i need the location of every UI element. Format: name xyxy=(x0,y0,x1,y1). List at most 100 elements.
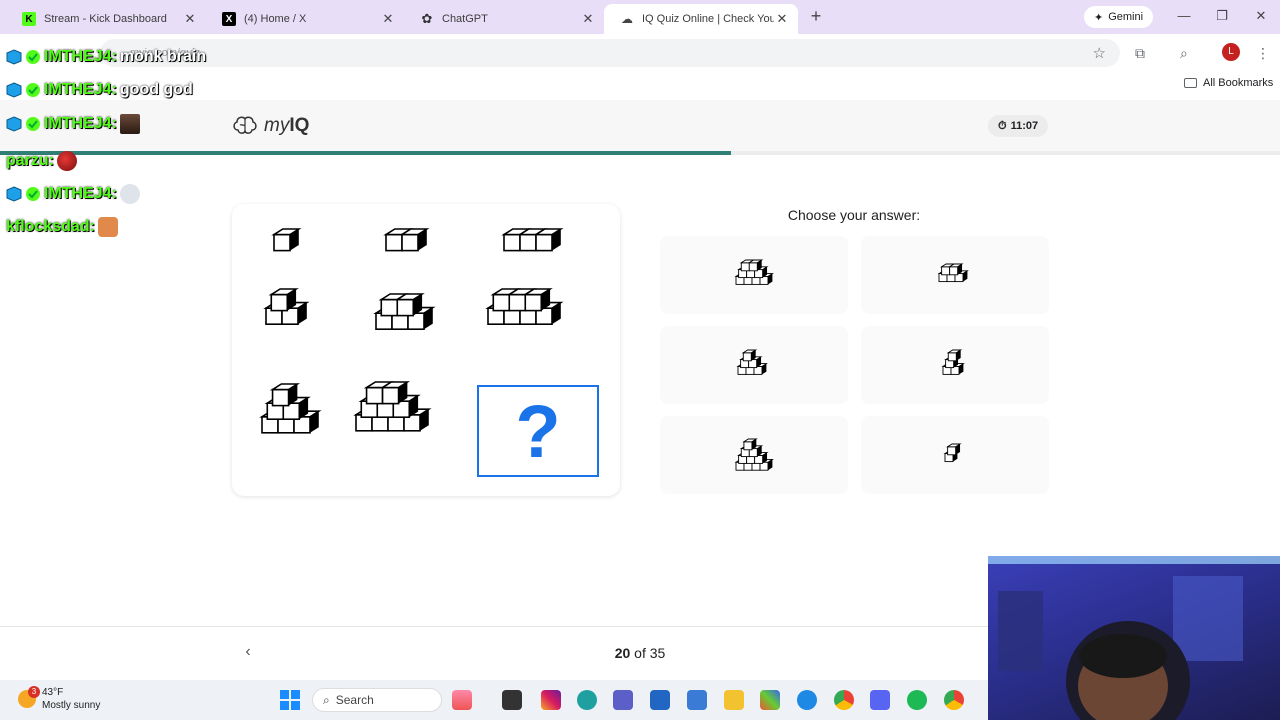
puzzle-figure-2 xyxy=(383,228,430,252)
chat-message: IMTHEJ4: xyxy=(6,184,140,204)
cube-face xyxy=(396,298,415,317)
answer-figure-5 xyxy=(734,438,774,471)
answer-option-2[interactable] xyxy=(861,236,1049,314)
answer-figure-3 xyxy=(736,349,768,375)
verified-badge-icon xyxy=(25,186,41,202)
cube-face xyxy=(947,446,957,456)
chevron-left-icon[interactable]: ‹ xyxy=(238,642,258,662)
profile-avatar[interactable]: L xyxy=(1222,43,1240,61)
myiq-logo[interactable]: myIQ xyxy=(232,115,309,137)
weather-widget[interactable]: 3 43°F Mostly sunny xyxy=(18,686,100,712)
chat-message: IMTHEJ4: good god xyxy=(6,81,193,99)
quiz-timer: ⏱ 11:07 xyxy=(988,115,1049,137)
instagram-icon[interactable] xyxy=(541,690,561,710)
cube-face xyxy=(492,293,511,312)
cube-face xyxy=(941,266,951,276)
edge-icon[interactable] xyxy=(577,690,597,710)
file-explorer-icon[interactable] xyxy=(724,690,744,710)
answer-option-1[interactable] xyxy=(660,236,848,314)
tab-title: ChatGPT xyxy=(442,13,488,25)
close-icon[interactable]: ✕ xyxy=(580,11,596,27)
cat-emote-icon xyxy=(97,217,118,237)
puzzle-figure-4 xyxy=(263,288,310,326)
weather-badge: 3 xyxy=(28,686,40,698)
cube-face xyxy=(273,233,291,252)
chat-message: IMTHEJ4: xyxy=(6,114,140,134)
new-tab-button[interactable]: + xyxy=(806,6,826,26)
site-header: myIQ ⏱ 11:07 xyxy=(0,100,1280,152)
cube-face xyxy=(740,262,750,272)
cube-face xyxy=(535,233,553,252)
cube-badge-icon xyxy=(6,186,22,202)
puzzle-figure-3 xyxy=(501,228,564,252)
window-close-icon[interactable]: ✕ xyxy=(1251,8,1271,24)
logo-prefix: my xyxy=(264,115,290,136)
answer-prompt: Choose your answer: xyxy=(787,207,921,223)
red-emote-icon xyxy=(57,151,77,171)
minimize-icon[interactable]: — xyxy=(1174,8,1194,23)
gemini-button[interactable]: ✦ Gemini xyxy=(1084,6,1154,28)
notepad-icon[interactable] xyxy=(687,690,707,710)
tab-kick-dashboard[interactable]: K Stream - Kick Dashboard ✕ xyxy=(6,4,206,34)
chat-message: parzu: xyxy=(6,151,77,171)
cube-face xyxy=(742,352,752,362)
cube-face xyxy=(385,233,403,252)
answer-figure-1 xyxy=(734,259,774,285)
puzzle-figure-8 xyxy=(353,381,432,432)
teams-icon[interactable] xyxy=(613,690,633,710)
tab-x-home[interactable]: X (4) Home / X ✕ xyxy=(206,4,404,34)
tab-title: IQ Quiz Online | Check Your IQ xyxy=(642,13,774,25)
spotify-icon[interactable] xyxy=(907,690,927,710)
stopwatch-icon: ⏱ xyxy=(998,119,1007,132)
cube-face xyxy=(743,441,753,451)
page-search-icon[interactable]: ⌕ xyxy=(1180,45,1188,62)
answer-option-3[interactable] xyxy=(660,326,848,404)
answer-option-5[interactable] xyxy=(660,416,848,494)
terminal-icon[interactable] xyxy=(502,690,522,710)
bookmark-star-icon[interactable]: ☆ xyxy=(1093,44,1106,62)
discord-icon[interactable] xyxy=(870,690,890,710)
cube-face xyxy=(508,293,527,312)
tab-iq-quiz[interactable]: ☁ IQ Quiz Online | Check Your IQ ✕ xyxy=(604,4,798,34)
close-icon[interactable]: ✕ xyxy=(182,11,198,27)
chrome-icon[interactable] xyxy=(834,690,854,710)
webcam-feed xyxy=(988,556,1280,720)
close-icon[interactable]: ✕ xyxy=(380,11,396,27)
pager-total: 35 xyxy=(649,645,666,661)
answer-option-4[interactable] xyxy=(861,326,1049,404)
bing-icon[interactable] xyxy=(797,690,817,710)
cube-badge-icon xyxy=(6,49,22,65)
windows-start-icon[interactable] xyxy=(280,690,300,710)
gemini-sparkle-icon: ✦ xyxy=(1094,11,1104,24)
restore-icon[interactable]: ❐ xyxy=(1212,8,1232,24)
pager-of: of xyxy=(634,645,646,661)
tab-title: (4) Home / X xyxy=(244,13,307,25)
cube-badge-icon xyxy=(6,82,22,98)
taskbar-search[interactable]: ⌕ Search xyxy=(312,688,442,712)
chatgpt-icon: ✿ xyxy=(421,11,433,26)
chat-username: IMTHEJ4: xyxy=(44,115,117,132)
kebab-menu-icon[interactable]: ⋮ xyxy=(1256,45,1270,62)
footer-divider xyxy=(0,626,990,627)
cube-face xyxy=(519,233,537,252)
close-icon[interactable]: ✕ xyxy=(774,11,790,27)
copilot-icon[interactable] xyxy=(760,690,780,710)
cube-face xyxy=(381,386,400,405)
x-icon: X xyxy=(222,12,236,26)
all-bookmarks-button[interactable]: All Bookmarks xyxy=(1184,77,1273,89)
tulips-icon[interactable] xyxy=(452,690,472,710)
weather-temp: 43°F xyxy=(42,687,64,698)
chat-username: parzu: xyxy=(6,152,54,169)
kick-icon: K xyxy=(22,12,36,26)
address-bar[interactable]: myiq.com/quiz ☆ xyxy=(100,39,1120,67)
sun-icon: 3 xyxy=(18,686,40,708)
face-emote-icon xyxy=(119,114,140,134)
extensions-icon[interactable]: ⧉ xyxy=(1135,45,1145,62)
answer-option-6[interactable] xyxy=(861,416,1049,494)
store-icon[interactable] xyxy=(650,690,670,710)
chrome-profile-icon[interactable] xyxy=(944,690,964,710)
taskbar-search-label: Search xyxy=(335,693,374,707)
tab-title: Stream - Kick Dashboard xyxy=(44,13,167,25)
windows-taskbar: 3 43°F Mostly sunny ⌕ Search xyxy=(0,680,988,720)
tab-chatgpt[interactable]: ✿ ChatGPT ✕ xyxy=(404,4,604,34)
